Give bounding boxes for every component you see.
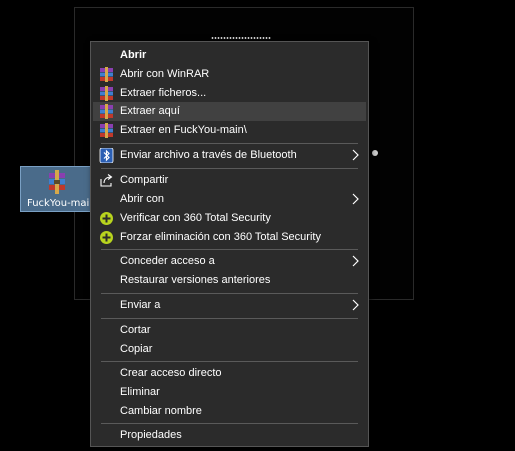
menu-separator (101, 143, 358, 144)
menu-item-compartir[interactable]: Compartir (93, 171, 366, 190)
menu-item-eliminar[interactable]: Eliminar (93, 383, 366, 402)
menu-item-label: Conceder acceso a (120, 255, 215, 267)
menu-item-label: Extraer ficheros... (120, 87, 207, 99)
menu-item-abrir-con-winrar[interactable]: Abrir con WinRAR (93, 65, 366, 84)
menu-item-label: Abrir con (120, 193, 165, 205)
menu-item-label: Verificar con 360 Total Security (120, 212, 271, 224)
menu-separator (101, 318, 358, 319)
menu-item-cortar[interactable]: Cortar (93, 321, 366, 340)
menu-item-cambiar-nombre[interactable]: Cambiar nombre (93, 402, 366, 421)
chevron-right-icon (352, 149, 359, 161)
chevron-right-icon (352, 255, 359, 267)
360-security-icon (100, 231, 113, 244)
menu-item-conceder-acceso[interactable]: Conceder acceso a (93, 252, 366, 271)
chevron-right-icon (352, 193, 359, 205)
desktop-file-item[interactable]: FuckYou-main (20, 166, 91, 212)
winrar-icon (100, 104, 113, 119)
menu-item-enviar-bluetooth[interactable]: Enviar archivo a través de Bluetooth (93, 146, 366, 165)
menu-item-label: Propiedades (120, 429, 182, 441)
menu-item-label: Abrir (120, 49, 147, 61)
menu-item-extraer-en-carpeta[interactable]: Extraer en FuckYou-main\ (93, 121, 366, 140)
loading-dots-indicator (211, 37, 271, 39)
360-security-icon (100, 212, 113, 225)
menu-item-label: Eliminar (120, 386, 160, 398)
winrar-icon (100, 86, 113, 101)
winrar-icon (100, 67, 113, 82)
dot-indicator (372, 150, 378, 156)
menu-item-label: Restaurar versiones anteriores (120, 274, 271, 286)
menu-item-label: Extraer aquí (120, 105, 180, 117)
menu-item-abrir[interactable]: Abrir (93, 46, 366, 65)
menu-item-crear-acceso-directo[interactable]: Crear acceso directo (93, 364, 366, 383)
menu-item-forzar-eliminacion-360[interactable]: Forzar eliminación con 360 Total Securit… (93, 228, 366, 247)
menu-item-label: Crear acceso directo (120, 367, 222, 379)
context-menu: Abrir Abrir con WinRAR Extraer ficheros.… (90, 41, 369, 447)
menu-item-restaurar-versiones[interactable]: Restaurar versiones anteriores (93, 271, 366, 290)
menu-item-label: Enviar a (120, 299, 161, 311)
menu-item-label: Forzar eliminación con 360 Total Securit… (120, 231, 321, 243)
menu-item-copiar[interactable]: Copiar (93, 340, 366, 359)
menu-item-verificar-360[interactable]: Verificar con 360 Total Security (93, 209, 366, 228)
winrar-archive-icon (49, 170, 65, 194)
menu-item-label: Extraer en FuckYou-main\ (120, 124, 247, 136)
menu-separator (101, 168, 358, 169)
menu-separator (101, 423, 358, 424)
menu-separator (101, 361, 358, 362)
menu-item-label: Enviar archivo a través de Bluetooth (120, 149, 297, 161)
menu-item-abrir-con[interactable]: Abrir con (93, 190, 366, 209)
menu-item-extraer-aqui[interactable]: Extraer aquí (93, 102, 366, 121)
winrar-icon (100, 123, 113, 138)
menu-item-label: Copiar (120, 343, 153, 355)
share-icon (100, 174, 113, 187)
menu-item-label: Compartir (120, 174, 169, 186)
menu-item-label: Cambiar nombre (120, 405, 202, 417)
desktop-file-label: FuckYou-main (27, 198, 91, 209)
bluetooth-icon (99, 148, 114, 163)
menu-item-extraer-ficheros[interactable]: Extraer ficheros... (93, 84, 366, 103)
menu-item-label: Cortar (120, 324, 151, 336)
menu-item-propiedades[interactable]: Propiedades (93, 426, 366, 445)
menu-item-label: Abrir con WinRAR (120, 68, 210, 80)
menu-separator (101, 293, 358, 294)
menu-item-enviar-a[interactable]: Enviar a (93, 296, 366, 315)
menu-separator (101, 249, 358, 250)
chevron-right-icon (352, 299, 359, 311)
